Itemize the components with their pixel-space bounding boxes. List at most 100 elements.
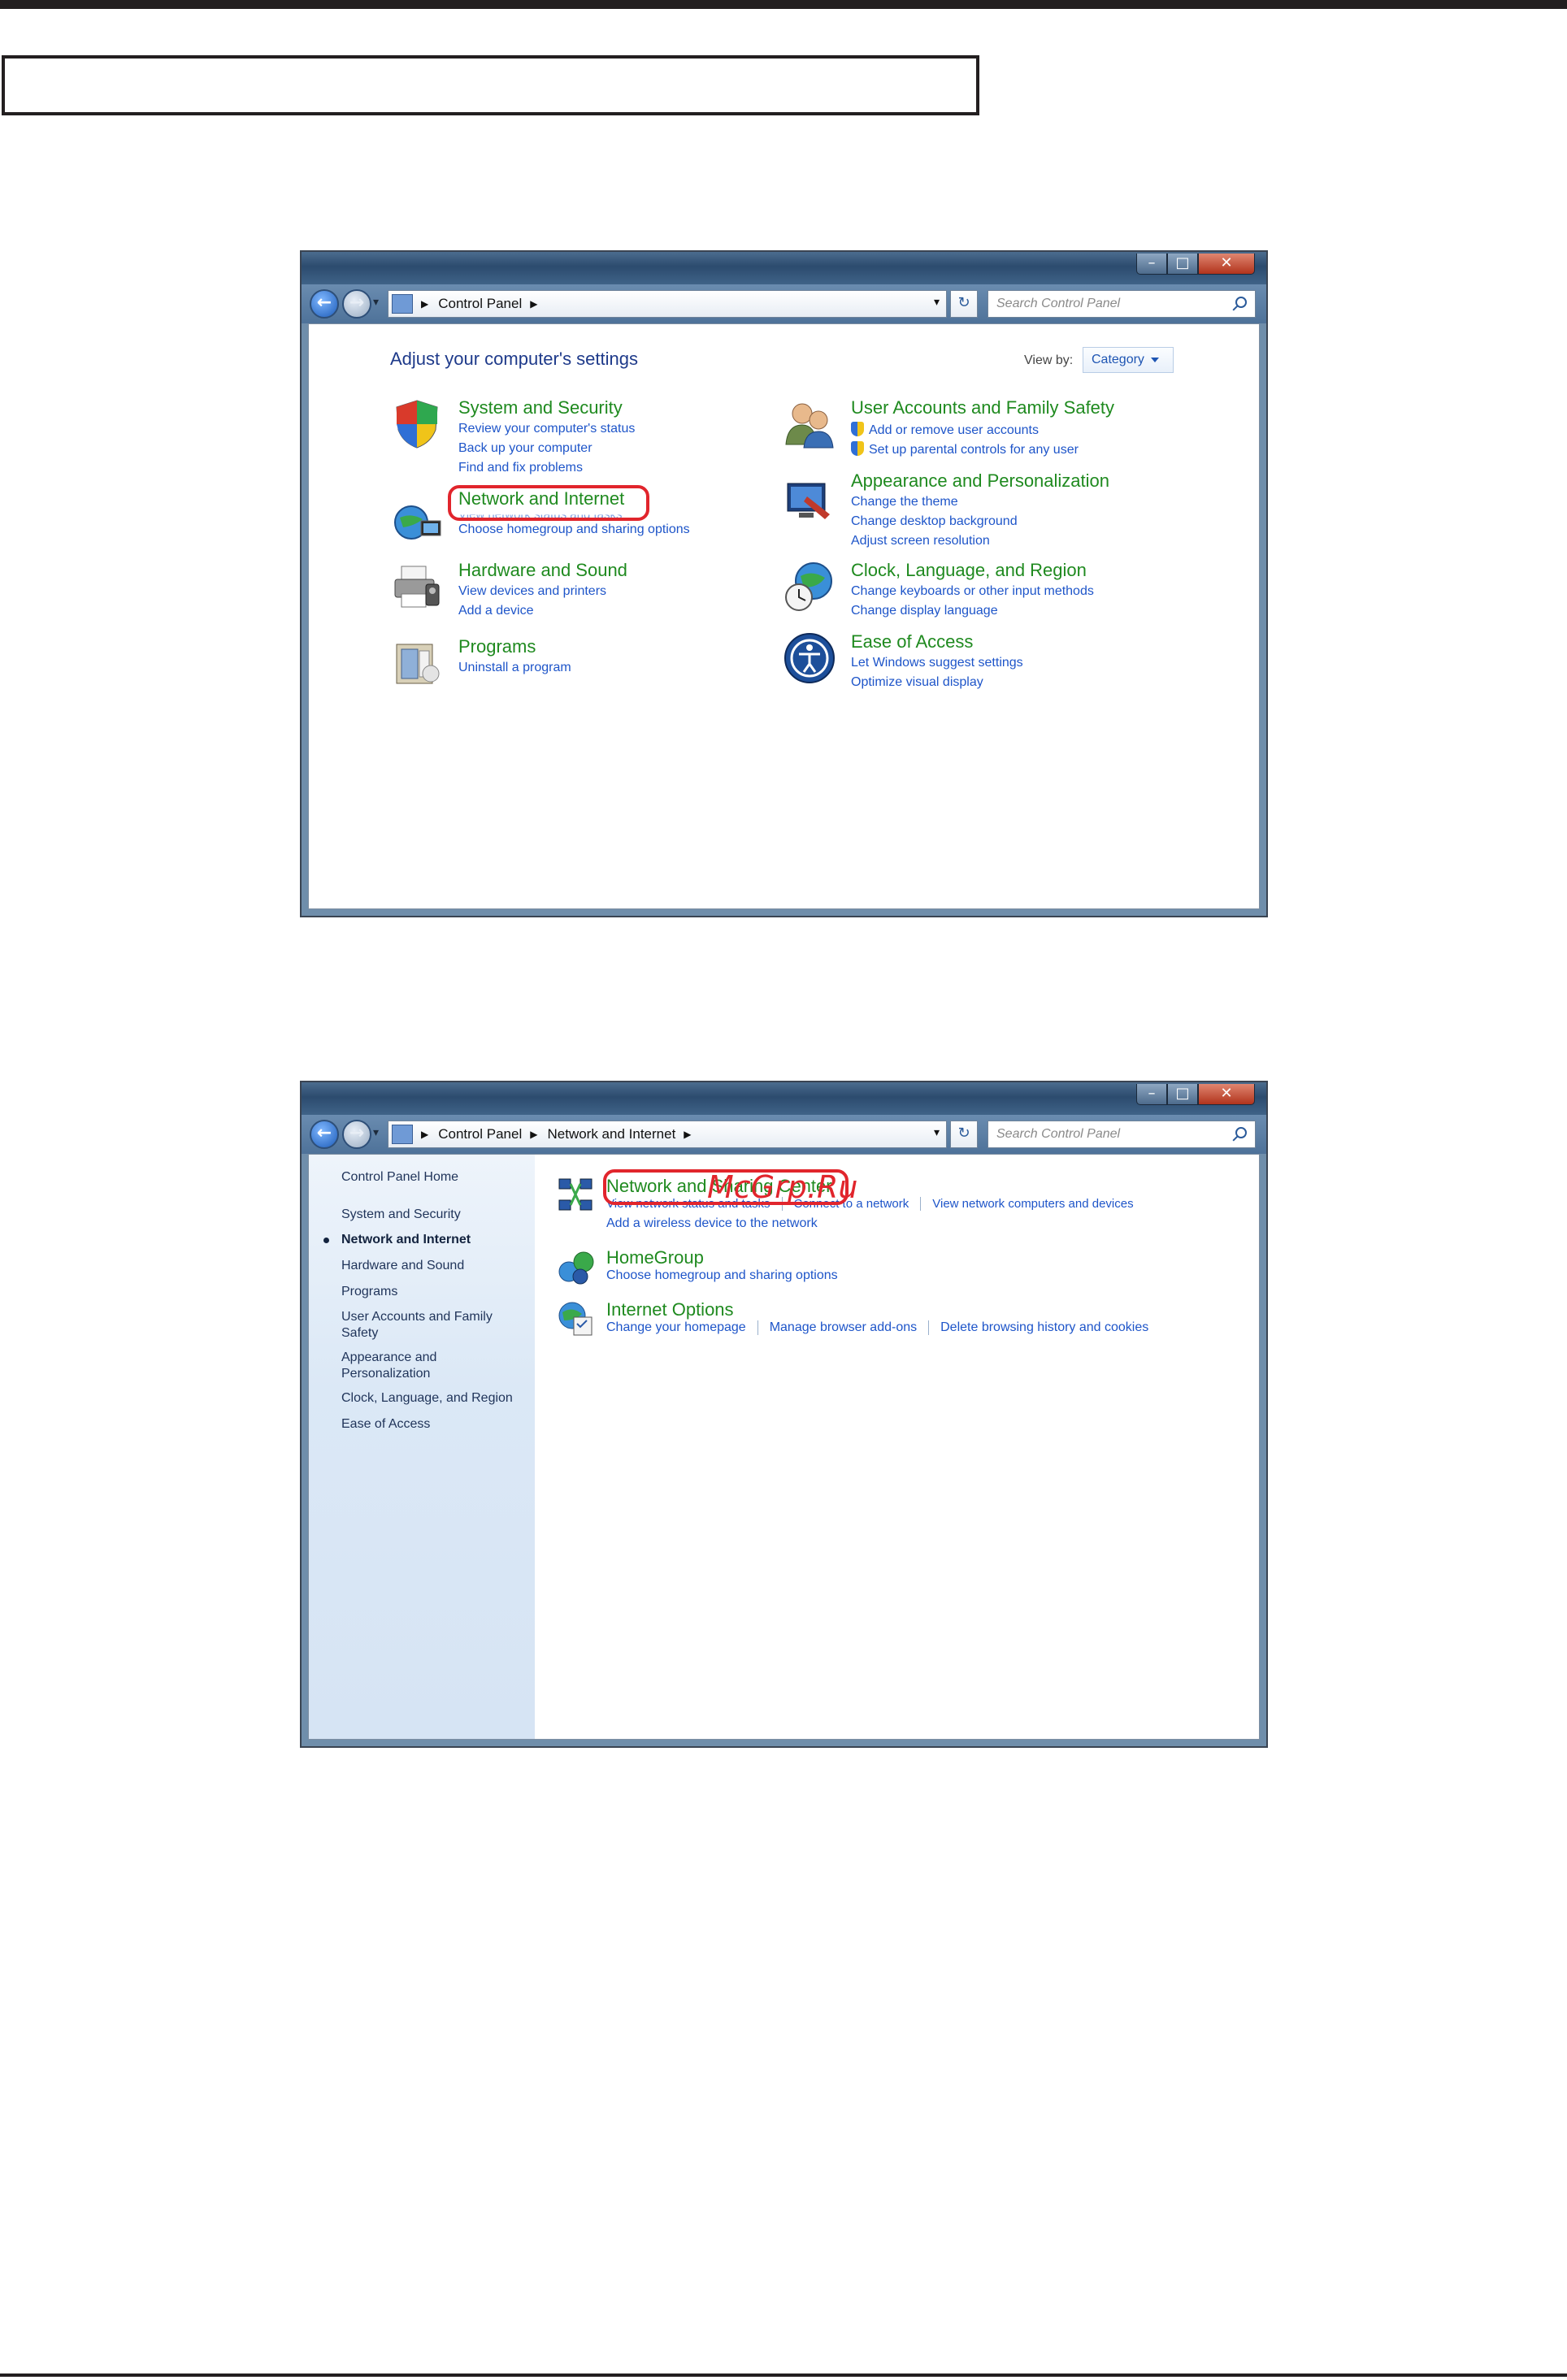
programs-icon bbox=[396, 644, 440, 684]
search-box[interactable] bbox=[988, 1121, 1256, 1148]
breadcrumb-control-panel[interactable]: Control Panel bbox=[438, 296, 522, 312]
category-link[interactable]: Let Windows suggest settings bbox=[851, 656, 1023, 670]
search-icon[interactable] bbox=[1235, 1127, 1247, 1138]
watermark: McGrp.Ru bbox=[707, 1169, 858, 1205]
recent-pages-dropdown[interactable]: ▾ bbox=[373, 296, 379, 309]
internet-options-icon bbox=[558, 1302, 593, 1336]
category-title[interactable]: System and Security bbox=[458, 397, 623, 418]
homegroup-icon bbox=[558, 1251, 594, 1285]
category-title[interactable]: Hardware and Sound bbox=[458, 560, 627, 581]
sidebar-item-ease-of-access[interactable]: Ease of Access bbox=[341, 1416, 528, 1433]
breadcrumb-control-panel[interactable]: Control Panel bbox=[438, 1126, 522, 1142]
view-by-dropdown[interactable]: Category bbox=[1083, 347, 1174, 373]
close-button[interactable]: ✕ bbox=[1198, 1084, 1255, 1105]
task-links: Change your homepage Manage browser add-… bbox=[606, 1320, 1171, 1335]
category-link[interactable]: Back up your computer bbox=[458, 441, 593, 456]
sidebar-item-system-security[interactable]: System and Security bbox=[341, 1207, 528, 1223]
sidebar-item-programs[interactable]: Programs bbox=[341, 1284, 528, 1300]
task-link[interactable]: Delete browsing history and cookies bbox=[940, 1320, 1160, 1335]
category-title[interactable]: Clock, Language, and Region bbox=[851, 560, 1087, 581]
category-link[interactable]: Optimize visual display bbox=[851, 675, 983, 690]
sidebar-item-appearance[interactable]: Appearance and Personalization bbox=[341, 1350, 463, 1382]
minimize-button[interactable]: – bbox=[1136, 1084, 1167, 1105]
task-link[interactable]: View network computers and devices bbox=[932, 1197, 1144, 1211]
view-by-label: View by: bbox=[1024, 353, 1074, 367]
chevron-right-icon[interactable]: ▶ bbox=[421, 298, 428, 310]
view-by-value: Category bbox=[1092, 353, 1144, 366]
sidebar-home-link[interactable]: Control Panel Home bbox=[341, 1169, 528, 1186]
category-link[interactable]: Change keyboards or other input methods bbox=[851, 584, 1094, 599]
category-link[interactable]: Set up parental controls for any user bbox=[851, 441, 1079, 457]
refresh-button[interactable]: ↻ bbox=[950, 290, 978, 318]
address-dropdown-icon[interactable]: ▾ bbox=[934, 1126, 940, 1139]
shield-icon bbox=[396, 400, 438, 449]
chevron-right-icon[interactable]: ▶ bbox=[421, 1129, 428, 1140]
top-rule bbox=[0, 0, 1567, 9]
category-title[interactable]: Ease of Access bbox=[851, 631, 973, 652]
task-link[interactable]: Choose homegroup and sharing options bbox=[606, 1268, 849, 1283]
category-title[interactable]: Appearance and Personalization bbox=[851, 470, 1109, 492]
chevron-right-icon[interactable]: ▶ bbox=[530, 298, 537, 310]
task-title[interactable]: HomeGroup bbox=[606, 1247, 704, 1268]
maximize-button[interactable]: □ bbox=[1167, 254, 1198, 275]
printer-icon bbox=[394, 566, 440, 608]
task-link[interactable]: Change your homepage bbox=[606, 1320, 758, 1335]
category-link[interactable]: Choose homegroup and sharing options bbox=[458, 522, 690, 537]
task-title[interactable]: Internet Options bbox=[606, 1299, 734, 1320]
content-area: Control Panel Home System and Security N… bbox=[308, 1154, 1260, 1740]
forward-button[interactable]: → bbox=[342, 1120, 371, 1149]
task-link[interactable]: Manage browser add-ons bbox=[770, 1320, 930, 1335]
sidebar-item-clock-language[interactable]: Clock, Language, and Region bbox=[341, 1390, 528, 1407]
control-panel-icon bbox=[392, 294, 413, 314]
title-bar[interactable]: – □ ✕ bbox=[302, 1082, 1266, 1115]
category-link[interactable]: Uninstall a program bbox=[458, 661, 571, 675]
search-box[interactable] bbox=[988, 290, 1256, 318]
refresh-button[interactable]: ↻ bbox=[950, 1121, 978, 1148]
category-title[interactable]: User Accounts and Family Safety bbox=[851, 397, 1114, 418]
category-link-text: Add or remove user accounts bbox=[869, 423, 1039, 437]
back-button[interactable]: ← bbox=[310, 1120, 339, 1149]
category-link[interactable]: Adjust screen resolution bbox=[851, 534, 990, 548]
sidebar-item-network-internet[interactable]: Network and Internet bbox=[341, 1232, 528, 1248]
control-panel-window: – □ ✕ ← → ▾ ▶ Control Panel ▶ ▾ ↻ Adjust… bbox=[300, 250, 1268, 917]
caption-buttons: – □ ✕ bbox=[1136, 254, 1255, 275]
close-button[interactable]: ✕ bbox=[1198, 254, 1255, 275]
clock-globe-icon bbox=[785, 562, 832, 611]
recent-pages-dropdown[interactable]: ▾ bbox=[373, 1126, 379, 1139]
users-icon bbox=[785, 403, 834, 449]
ease-of-access-icon bbox=[784, 633, 835, 683]
category-link[interactable]: Change desktop background bbox=[851, 514, 1018, 529]
category-link[interactable]: Review your computer's status bbox=[458, 422, 635, 436]
uac-shield-icon bbox=[851, 422, 864, 436]
search-icon[interactable] bbox=[1235, 297, 1247, 308]
title-bar[interactable]: – □ ✕ bbox=[302, 252, 1266, 284]
forward-button[interactable]: → bbox=[342, 289, 371, 319]
appearance-icon bbox=[787, 483, 830, 519]
minimize-button[interactable]: – bbox=[1136, 254, 1167, 275]
network-sharing-icon bbox=[558, 1178, 593, 1211]
address-bar[interactable]: ▶ Control Panel ▶ Network and Internet ▶… bbox=[388, 1121, 947, 1148]
maximize-button[interactable]: □ bbox=[1167, 1084, 1198, 1105]
navigation-bar: ← → ▾ ▶ Control Panel ▶ ▾ ↻ bbox=[302, 284, 1266, 323]
chevron-right-icon[interactable]: ▶ bbox=[530, 1129, 537, 1140]
breadcrumb-network-internet[interactable]: Network and Internet bbox=[547, 1126, 675, 1142]
search-input[interactable] bbox=[988, 291, 1255, 317]
category-link[interactable]: Add a device bbox=[458, 604, 534, 618]
category-link[interactable]: Find and fix problems bbox=[458, 461, 583, 475]
category-title[interactable]: Programs bbox=[458, 636, 536, 657]
task-link[interactable]: Add a wireless device to the network bbox=[606, 1216, 818, 1231]
active-bullet-icon bbox=[323, 1238, 329, 1243]
chevron-right-icon[interactable]: ▶ bbox=[684, 1129, 691, 1140]
category-link[interactable]: View devices and printers bbox=[458, 584, 606, 599]
page-title: Adjust your computer's settings bbox=[390, 349, 639, 369]
address-dropdown-icon[interactable]: ▾ bbox=[934, 296, 940, 309]
uac-shield-icon bbox=[851, 441, 864, 456]
search-input[interactable] bbox=[988, 1121, 1255, 1147]
address-bar[interactable]: ▶ Control Panel ▶ ▾ bbox=[388, 290, 947, 318]
back-button[interactable]: ← bbox=[310, 289, 339, 319]
sidebar-item-hardware-sound[interactable]: Hardware and Sound bbox=[341, 1258, 528, 1274]
category-link[interactable]: Change the theme bbox=[851, 495, 958, 509]
category-link[interactable]: Change display language bbox=[851, 604, 998, 618]
sidebar-item-user-accounts[interactable]: User Accounts and Family Safety bbox=[341, 1309, 504, 1342]
category-link[interactable]: Add or remove user accounts bbox=[851, 422, 1039, 438]
